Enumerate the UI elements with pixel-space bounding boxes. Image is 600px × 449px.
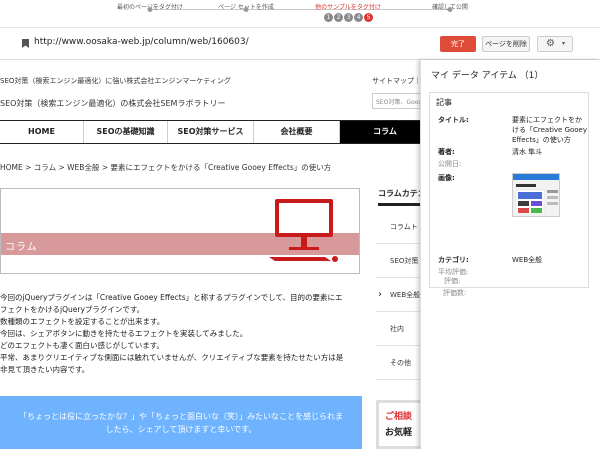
author-label: 著者: [438, 148, 455, 156]
nav-home[interactable]: HOME [0, 121, 84, 143]
url-toolbar: http://www.oosaka-web.jp/column/web/1606… [0, 28, 600, 60]
article-line: どのエフェクトも凄く面白い感じがしています。 [0, 341, 165, 350]
card-heading: 記事 [436, 98, 452, 107]
sidebar-item-label: その他 [390, 359, 411, 367]
sidebar-item-label: コラムト [390, 223, 418, 231]
step-4-dot [447, 7, 453, 12]
nav-column[interactable]: コラム [340, 121, 430, 143]
bookmark-icon [22, 39, 29, 48]
article-line: 平常、あまりクリエイティブな側面には触れていませんが、クリエイティブな要素を持た… [0, 353, 344, 362]
hero-title: コラム [5, 242, 38, 253]
tagged-page: SEO対策（検索エンジン最適化）に強い株式会社エンジンマーケティング サイトマッ… [0, 60, 430, 449]
article-line: 数種類のエフェクトを設定することが出来ます。 [0, 317, 165, 326]
chevron-right-icon: › [378, 289, 382, 300]
column-hero: コラム [0, 188, 360, 274]
site-logo[interactable]: SEO対策（検索エンジン最適化）の株式会社SEMラボラトリー [0, 98, 225, 109]
screen: 最初のページをタグ付け ページ セットを作成 他のサンプルをタグ付け 確認して公… [0, 0, 600, 449]
sample-number-3[interactable]: 3 [344, 13, 353, 22]
article-body: 今回のjQueryプラグインは「Creative Gooey Effects」と… [0, 292, 370, 376]
category-value[interactable]: WEB全般 [512, 255, 588, 265]
category-label: カテゴリ: [438, 256, 469, 264]
sample-number-5[interactable]: 5 [364, 13, 373, 22]
title-label: タイトル: [438, 116, 469, 124]
sidebar-item-label: WEB全般 [390, 291, 421, 299]
step-2-dot [243, 7, 249, 12]
chevron-down-icon: ▾ [562, 40, 566, 47]
article-line: フェクトをかけるjQueryプラグインです。 [0, 305, 145, 314]
delete-page-button[interactable]: ページを削除 [482, 36, 530, 52]
step-3[interactable]: 他のサンプルをタグ付け [315, 2, 381, 11]
share-line-1: 「ちょっとは役に立ったかな？」や「ちょっと面白いな（笑）」みたいなことを感じられ… [19, 412, 343, 421]
article-thumbnail[interactable] [512, 173, 560, 217]
sitemap-link[interactable]: サイトマップ｜ [372, 76, 421, 86]
data-items-panel: マイ データ アイテム （1） 記事 タイトル: 要素にエフェクトをかける「Cr… [420, 60, 600, 449]
rating-label: 評価: [444, 277, 461, 285]
step-1-dot [147, 7, 153, 12]
nav-seo-basics[interactable]: SEOの基礎知識 [84, 121, 168, 143]
sample-number-2[interactable]: 2 [334, 13, 343, 22]
progress-steps: 最初のページをタグ付け ページ セットを作成 他のサンプルをタグ付け 確認して公… [0, 0, 600, 28]
computer-icon [269, 199, 338, 262]
sample-number-1[interactable]: 1 [324, 13, 333, 22]
article-line: 非見て頂きたい内容です。 [0, 365, 90, 374]
article-line: 今回のjQueryプラグインは「Creative Gooey Effects」と… [0, 293, 343, 302]
image-label: 画像: [438, 174, 455, 182]
done-button[interactable]: 完了 [440, 36, 476, 52]
consult-title: ご相談 [385, 412, 413, 422]
nav-company[interactable]: 会社概要 [254, 121, 340, 143]
sample-number-4[interactable]: 4 [354, 13, 363, 22]
panel-title: マイ データ アイテム （1） [431, 71, 544, 81]
page-url: http://www.oosaka-web.jp/column/web/1606… [34, 37, 249, 47]
breadcrumb[interactable]: HOME > コラム > WEB全般 > 要素にエフェクトをかける「Creati… [0, 162, 331, 173]
settings-button[interactable]: ⚙ ▾ [537, 36, 573, 52]
site-tagline: SEO対策（検索エンジン最適化）に強い株式会社エンジンマーケティング [0, 77, 231, 85]
share-banner: 「ちょっとは役に立ったかな？」や「ちょっと面白いな（笑）」みたいなことを感じられ… [0, 396, 362, 449]
rating-count-label: 評価数: [443, 289, 467, 297]
title-value[interactable]: 要素にエフェクトをかける「Creative Gooey Effects」の使い方 [512, 115, 588, 145]
consult-subtitle: お気軽 [385, 428, 413, 438]
steps-line [150, 9, 450, 10]
sidebar-item-label: SEO対策 [390, 257, 419, 265]
global-nav: HOME SEOの基礎知識 SEO対策サービス 会社概要 コラム [0, 120, 430, 144]
published-label: 公開日: [438, 160, 462, 168]
article-item-card[interactable]: 記事 タイトル: 要素にエフェクトをかける「Creative Gooey Eff… [429, 92, 589, 288]
thumbnail-image [513, 174, 559, 216]
sample-numbers: 1 2 3 4 5 [324, 13, 373, 22]
author-value[interactable]: 清水 隼斗 [512, 147, 588, 157]
gear-icon: ⚙ [546, 38, 555, 49]
nav-seo-services[interactable]: SEO対策サービス [168, 121, 254, 143]
article-line: 今回は、シェアボタンに動きを持たせるエフェクトを実装してみました。 [0, 329, 248, 338]
share-line-2: したら、シェアして頂けますと幸いです。 [105, 425, 257, 434]
sidebar-item-label: 社内 [390, 325, 404, 333]
